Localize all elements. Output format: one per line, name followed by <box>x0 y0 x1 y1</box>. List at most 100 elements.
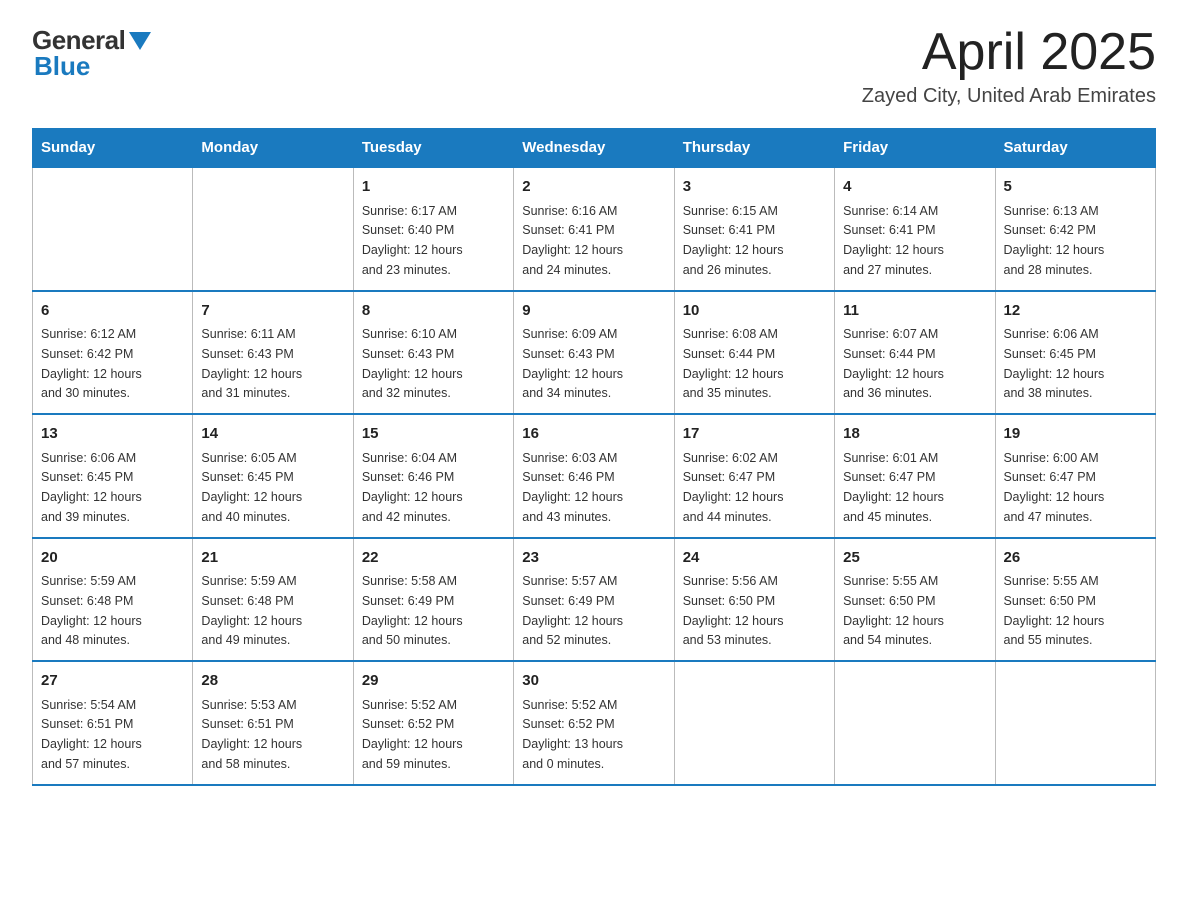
location-title: Zayed City, United Arab Emirates <box>862 85 1156 108</box>
day-info: Sunrise: 6:10 AMSunset: 6:43 PMDaylight:… <box>362 327 463 400</box>
calendar-cell: 8 Sunrise: 6:10 AMSunset: 6:43 PMDaylight… <box>353 291 513 415</box>
day-info: Sunrise: 6:06 AMSunset: 6:45 PMDaylight:… <box>41 451 142 524</box>
calendar-cell: 25 Sunrise: 5:55 AMSunset: 6:50 PMDayligh… <box>835 538 995 662</box>
day-number: 14 <box>201 423 344 446</box>
day-of-week-header: Tuesday <box>353 129 513 168</box>
day-info: Sunrise: 6:15 AMSunset: 6:41 PMDaylight:… <box>683 204 784 277</box>
day-info: Sunrise: 5:59 AMSunset: 6:48 PMDaylight:… <box>201 574 302 647</box>
day-number: 11 <box>843 300 986 323</box>
day-info: Sunrise: 6:00 AMSunset: 6:47 PMDaylight:… <box>1004 451 1105 524</box>
days-of-week-row: SundayMondayTuesdayWednesdayThursdayFrid… <box>33 129 1156 168</box>
day-number: 12 <box>1004 300 1147 323</box>
day-info: Sunrise: 6:01 AMSunset: 6:47 PMDaylight:… <box>843 451 944 524</box>
logo-arrow-icon <box>129 26 151 57</box>
calendar-cell: 15Sunrise: 6:04 AMSunset: 6:46 PMDayligh… <box>353 414 513 538</box>
day-number: 2 <box>522 176 665 199</box>
day-number: 8 <box>362 300 505 323</box>
calendar-cell: 30 Sunrise: 5:52 AMSunset: 6:52 PMDayligh… <box>514 661 674 785</box>
day-info: Sunrise: 6:17 AMSunset: 6:40 PMDaylight:… <box>362 204 463 277</box>
day-of-week-header: Friday <box>835 129 995 168</box>
day-number: 10 <box>683 300 826 323</box>
day-info: Sunrise: 5:57 AMSunset: 6:49 PMDaylight:… <box>522 574 623 647</box>
calendar-cell: 18 Sunrise: 6:01 AMSunset: 6:47 PMDayligh… <box>835 414 995 538</box>
day-number: 1 <box>362 176 505 199</box>
day-number: 29 <box>362 670 505 693</box>
day-info: Sunrise: 6:16 AMSunset: 6:41 PMDaylight:… <box>522 204 623 277</box>
calendar-cell: 7 Sunrise: 6:11 AMSunset: 6:43 PMDaylight… <box>193 291 353 415</box>
day-number: 22 <box>362 547 505 570</box>
calendar-cell <box>674 661 834 785</box>
day-info: Sunrise: 5:52 AMSunset: 6:52 PMDaylight:… <box>522 698 623 771</box>
day-info: Sunrise: 5:55 AMSunset: 6:50 PMDaylight:… <box>1004 574 1105 647</box>
calendar-cell: 14Sunrise: 6:05 AMSunset: 6:45 PMDayligh… <box>193 414 353 538</box>
calendar-table: SundayMondayTuesdayWednesdayThursdayFrid… <box>32 128 1156 786</box>
day-info: Sunrise: 5:56 AMSunset: 6:50 PMDaylight:… <box>683 574 784 647</box>
day-of-week-header: Thursday <box>674 129 834 168</box>
day-number: 26 <box>1004 547 1147 570</box>
calendar-cell: 20 Sunrise: 5:59 AMSunset: 6:48 PMDayligh… <box>33 538 193 662</box>
day-of-week-header: Wednesday <box>514 129 674 168</box>
day-info: Sunrise: 6:03 AMSunset: 6:46 PMDaylight:… <box>522 451 623 524</box>
day-info: Sunrise: 6:11 AMSunset: 6:43 PMDaylight:… <box>201 327 302 400</box>
day-info: Sunrise: 6:07 AMSunset: 6:44 PMDaylight:… <box>843 327 944 400</box>
day-of-week-header: Sunday <box>33 129 193 168</box>
day-number: 7 <box>201 300 344 323</box>
day-number: 6 <box>41 300 184 323</box>
day-number: 19 <box>1004 423 1147 446</box>
calendar-cell: 27 Sunrise: 5:54 AMSunset: 6:51 PMDayligh… <box>33 661 193 785</box>
calendar-cell: 22Sunrise: 5:58 AMSunset: 6:49 PMDayligh… <box>353 538 513 662</box>
title-section: April 2025 Zayed City, United Arab Emira… <box>862 24 1156 108</box>
logo: General Blue <box>32 24 151 82</box>
day-number: 15 <box>362 423 505 446</box>
day-number: 4 <box>843 176 986 199</box>
calendar-cell: 13 Sunrise: 6:06 AMSunset: 6:45 PMDayligh… <box>33 414 193 538</box>
day-number: 17 <box>683 423 826 446</box>
calendar-cell: 5Sunrise: 6:13 AMSunset: 6:42 PMDaylight… <box>995 167 1155 291</box>
calendar-week-row: 13 Sunrise: 6:06 AMSunset: 6:45 PMDayligh… <box>33 414 1156 538</box>
calendar-week-row: 27 Sunrise: 5:54 AMSunset: 6:51 PMDayligh… <box>33 661 1156 785</box>
day-info: Sunrise: 5:55 AMSunset: 6:50 PMDaylight:… <box>843 574 944 647</box>
calendar-cell: 23Sunrise: 5:57 AMSunset: 6:49 PMDayligh… <box>514 538 674 662</box>
calendar-cell: 1 Sunrise: 6:17 AMSunset: 6:40 PMDaylight… <box>353 167 513 291</box>
day-number: 9 <box>522 300 665 323</box>
day-number: 25 <box>843 547 986 570</box>
calendar-body: 1 Sunrise: 6:17 AMSunset: 6:40 PMDaylight… <box>33 167 1156 785</box>
day-info: Sunrise: 6:14 AMSunset: 6:41 PMDaylight:… <box>843 204 944 277</box>
calendar-header: SundayMondayTuesdayWednesdayThursdayFrid… <box>33 129 1156 168</box>
day-info: Sunrise: 6:02 AMSunset: 6:47 PMDaylight:… <box>683 451 784 524</box>
calendar-cell: 17 Sunrise: 6:02 AMSunset: 6:47 PMDayligh… <box>674 414 834 538</box>
calendar-cell: 16 Sunrise: 6:03 AMSunset: 6:46 PMDayligh… <box>514 414 674 538</box>
day-info: Sunrise: 5:52 AMSunset: 6:52 PMDaylight:… <box>362 698 463 771</box>
day-info: Sunrise: 5:59 AMSunset: 6:48 PMDaylight:… <box>41 574 142 647</box>
day-info: Sunrise: 5:53 AMSunset: 6:51 PMDaylight:… <box>201 698 302 771</box>
calendar-cell: 24 Sunrise: 5:56 AMSunset: 6:50 PMDayligh… <box>674 538 834 662</box>
day-number: 5 <box>1004 176 1147 199</box>
day-number: 3 <box>683 176 826 199</box>
day-info: Sunrise: 6:09 AMSunset: 6:43 PMDaylight:… <box>522 327 623 400</box>
day-number: 16 <box>522 423 665 446</box>
day-number: 30 <box>522 670 665 693</box>
calendar-cell: 21 Sunrise: 5:59 AMSunset: 6:48 PMDayligh… <box>193 538 353 662</box>
calendar-cell: 26 Sunrise: 5:55 AMSunset: 6:50 PMDayligh… <box>995 538 1155 662</box>
calendar-cell: 11 Sunrise: 6:07 AMSunset: 6:44 PMDayligh… <box>835 291 995 415</box>
calendar-cell <box>835 661 995 785</box>
day-number: 21 <box>201 547 344 570</box>
logo-text-blue: Blue <box>32 51 90 82</box>
calendar-cell: 3 Sunrise: 6:15 AMSunset: 6:41 PMDaylight… <box>674 167 834 291</box>
calendar-cell <box>193 167 353 291</box>
day-number: 13 <box>41 423 184 446</box>
calendar-cell: 19 Sunrise: 6:00 AMSunset: 6:47 PMDayligh… <box>995 414 1155 538</box>
day-number: 24 <box>683 547 826 570</box>
page-header: General Blue April 2025 Zayed City, Unit… <box>32 24 1156 108</box>
day-number: 28 <box>201 670 344 693</box>
day-number: 18 <box>843 423 986 446</box>
calendar-cell: 6Sunrise: 6:12 AMSunset: 6:42 PMDaylight… <box>33 291 193 415</box>
calendar-cell: 9 Sunrise: 6:09 AMSunset: 6:43 PMDaylight… <box>514 291 674 415</box>
day-number: 27 <box>41 670 184 693</box>
day-info: Sunrise: 5:54 AMSunset: 6:51 PMDaylight:… <box>41 698 142 771</box>
calendar-cell: 28 Sunrise: 5:53 AMSunset: 6:51 PMDayligh… <box>193 661 353 785</box>
calendar-cell <box>33 167 193 291</box>
day-of-week-header: Monday <box>193 129 353 168</box>
day-number: 20 <box>41 547 184 570</box>
calendar-cell: 29 Sunrise: 5:52 AMSunset: 6:52 PMDayligh… <box>353 661 513 785</box>
